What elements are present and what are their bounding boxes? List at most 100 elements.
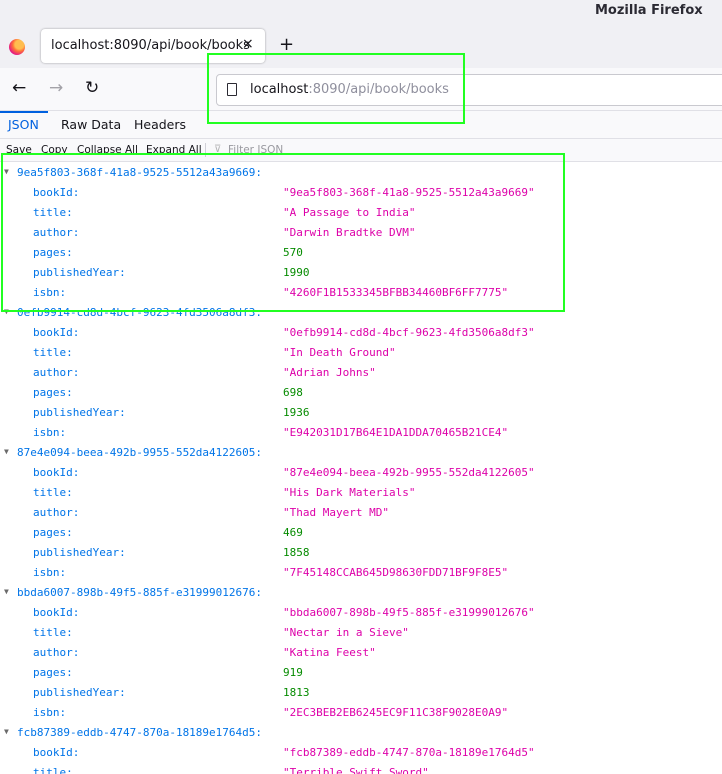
property-value: "0efb9914-cd8d-4bcf-9623-4fd3506a8df3" (283, 326, 535, 339)
property-value: "Terrible Swift Sword" (283, 766, 429, 774)
json-object-row[interactable]: ▼ bbda6007-898b-49f5-885f-e31999012676: (0, 583, 722, 603)
property-key: pages: (33, 246, 73, 259)
json-property-row[interactable]: title: "His Dark Materials" (0, 483, 722, 503)
json-tree: ▼ 9ea5f803-368f-41a8-9525-5512a43a9669: bo… (0, 163, 722, 774)
property-value: 919 (283, 666, 303, 679)
json-property-row[interactable]: bookId: "fcb87389-eddb-4747-870a-18189e17… (0, 743, 722, 763)
tab-headers[interactable]: Headers (134, 117, 186, 132)
json-property-row[interactable]: publishedYear: 1858 (0, 543, 722, 563)
tab-raw-data[interactable]: Raw Data (61, 117, 121, 132)
property-value: "Nectar in a Sieve" (283, 626, 409, 639)
property-key: bookId: (33, 326, 80, 339)
json-property-row[interactable]: isbn: "4260F1B1533345BFBB34460BF6FF7775" (0, 283, 722, 303)
json-property-row[interactable]: pages: 698 (0, 383, 722, 403)
object-key: fcb87389-eddb-4747-870a-18189e1764d5: (17, 726, 263, 739)
property-value: 1936 (283, 406, 310, 419)
expand-toggle-icon[interactable]: ▼ (4, 167, 9, 176)
json-property-row[interactable]: author: "Adrian Johns" (0, 363, 722, 383)
firefox-logo-icon[interactable] (9, 39, 25, 55)
expand-toggle-icon[interactable]: ▼ (4, 587, 9, 596)
title-bar: Mozilla Firefox localhost:8090/api/book/… (0, 0, 722, 68)
property-value: "E942031D17B64E1DA1DDA70465B21CE4" (283, 426, 509, 439)
json-property-row[interactable]: publishedYear: 1813 (0, 683, 722, 703)
json-property-row[interactable]: bookId: "87e4e094-beea-492b-9955-552da412… (0, 463, 722, 483)
property-key: bookId: (33, 186, 80, 199)
property-value: "Thad Mayert MD" (283, 506, 389, 519)
save-button[interactable]: Save (6, 144, 32, 156)
json-property-row[interactable]: publishedYear: 1936 (0, 403, 722, 423)
json-property-row[interactable]: author: "Katina Feest" (0, 643, 722, 663)
property-value: "Darwin Bradtke DVM" (283, 226, 416, 239)
filter-icon: ⊽ (214, 144, 222, 155)
property-value: "Adrian Johns" (283, 366, 376, 379)
copy-button[interactable]: Copy (41, 144, 68, 156)
json-property-row[interactable]: bookId: "9ea5f803-368f-41a8-9525-5512a43a… (0, 183, 722, 203)
json-object-row[interactable]: ▼ fcb87389-eddb-4747-870a-18189e1764d5: (0, 723, 722, 743)
json-property-row[interactable]: title: "In Death Ground" (0, 343, 722, 363)
property-key: bookId: (33, 746, 80, 759)
json-property-row[interactable]: publishedYear: 1990 (0, 263, 722, 283)
property-key: author: (33, 366, 80, 379)
property-key: title: (33, 766, 73, 774)
property-value: "2EC3BEB2EB6245EC9F11C38F9028E0A9" (283, 706, 509, 719)
json-property-row[interactable]: title: "Terrible Swift Sword" (0, 763, 722, 774)
json-property-row[interactable]: pages: 919 (0, 663, 722, 683)
property-key: bookId: (33, 466, 80, 479)
property-key: isbn: (33, 286, 67, 299)
property-value: "In Death Ground" (283, 346, 396, 359)
json-property-row[interactable]: pages: 570 (0, 243, 722, 263)
expand-toggle-icon[interactable]: ▼ (4, 307, 9, 316)
page-icon[interactable] (227, 83, 237, 96)
back-arrow-icon[interactable]: ← (12, 78, 26, 98)
json-property-row[interactable]: bookId: "bbda6007-898b-49f5-885f-e3199901… (0, 603, 722, 623)
property-key: isbn: (33, 426, 67, 439)
collapse-all-button[interactable]: Collapse All (77, 144, 138, 156)
property-key: pages: (33, 526, 73, 539)
tab-json[interactable]: JSON (8, 117, 39, 132)
toolbar-divider (205, 143, 206, 157)
json-object-row[interactable]: ▼ 87e4e094-beea-492b-9955-552da4122605: (0, 443, 722, 463)
close-tab-icon[interactable]: × (242, 36, 254, 52)
json-property-row[interactable]: pages: 469 (0, 523, 722, 543)
expand-all-button[interactable]: Expand All (146, 144, 202, 156)
json-property-row[interactable]: author: "Thad Mayert MD" (0, 503, 722, 523)
json-object-row[interactable]: ▼ 9ea5f803-368f-41a8-9525-5512a43a9669: (0, 163, 722, 183)
property-value: 1813 (283, 686, 310, 699)
filter-json-input[interactable] (228, 143, 378, 157)
json-property-row[interactable]: isbn: "E942031D17B64E1DA1DDA70465B21CE4" (0, 423, 722, 443)
property-key: title: (33, 486, 73, 499)
new-tab-icon[interactable]: + (279, 34, 294, 55)
property-value: "bbda6007-898b-49f5-885f-e31999012676" (283, 606, 535, 619)
expand-toggle-icon[interactable]: ▼ (4, 447, 9, 456)
json-property-row[interactable]: isbn: "2EC3BEB2EB6245EC9F11C38F9028E0A9" (0, 703, 722, 723)
json-object-row[interactable]: ▼ 0efb9914-cd8d-4bcf-9623-4fd3506a8df3: (0, 303, 722, 323)
url-path: :8090/api/book/books (308, 82, 449, 97)
property-value: 570 (283, 246, 303, 259)
property-key: publishedYear: (33, 546, 126, 559)
property-key: title: (33, 626, 73, 639)
json-property-row[interactable]: author: "Darwin Bradtke DVM" (0, 223, 722, 243)
expand-toggle-icon[interactable]: ▼ (4, 727, 9, 736)
property-key: publishedYear: (33, 686, 126, 699)
property-value: "A Passage to India" (283, 206, 416, 219)
property-key: author: (33, 506, 80, 519)
url-bar[interactable]: localhost:8090/api/book/books (216, 74, 722, 106)
json-toolbar: Save Copy Collapse All Expand All ⊽ (0, 139, 722, 162)
tab-books-api[interactable]: localhost:8090/api/book/books × (41, 29, 265, 63)
json-property-row[interactable]: bookId: "0efb9914-cd8d-4bcf-9623-4fd3506a… (0, 323, 722, 343)
property-key: bookId: (33, 606, 80, 619)
json-property-row[interactable]: title: "A Passage to India" (0, 203, 722, 223)
tab-label: localhost:8090/api/book/books (51, 38, 250, 53)
object-key: 87e4e094-beea-492b-9955-552da4122605: (17, 446, 263, 459)
property-value: "9ea5f803-368f-41a8-9525-5512a43a9669" (283, 186, 535, 199)
forward-arrow-icon[interactable]: → (49, 78, 63, 98)
json-property-row[interactable]: title: "Nectar in a Sieve" (0, 623, 722, 643)
object-key: bbda6007-898b-49f5-885f-e31999012676: (17, 586, 263, 599)
json-property-row[interactable]: isbn: "7F45148CCAB645D98630FDD71BF9F8E5" (0, 563, 722, 583)
property-key: pages: (33, 386, 73, 399)
property-value: "fcb87389-eddb-4747-870a-18189e1764d5" (283, 746, 535, 759)
url-text[interactable]: localhost:8090/api/book/books (250, 82, 449, 97)
navigation-bar: ← → ↻ localhost:8090/api/book/books (0, 68, 722, 111)
property-value: "4260F1B1533345BFBB34460BF6FF7775" (283, 286, 509, 299)
reload-icon[interactable]: ↻ (85, 78, 99, 98)
